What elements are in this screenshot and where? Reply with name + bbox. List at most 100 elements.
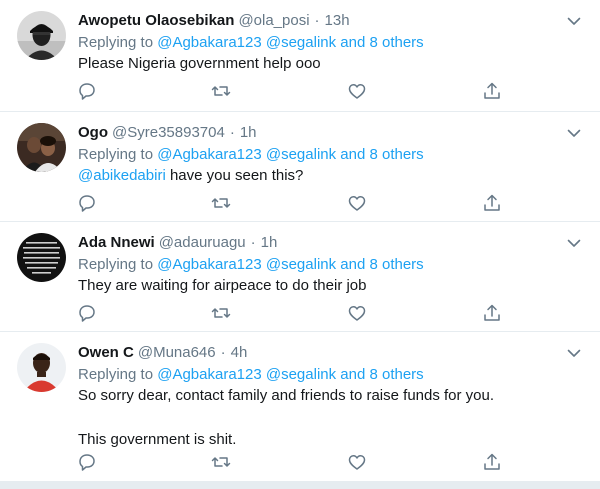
share-icon <box>484 82 500 99</box>
share-icon <box>484 304 500 321</box>
avatar-quote-image-icon <box>17 233 66 282</box>
share-icon <box>484 194 500 211</box>
share-button[interactable] <box>481 451 503 473</box>
reply-icon <box>79 305 95 322</box>
replying-prefix: Replying to <box>78 146 158 163</box>
share-icon <box>484 453 500 470</box>
tweet-header: Ogo @Syre35893704 · 1h <box>78 122 257 144</box>
chevron-down-icon <box>567 349 581 357</box>
tweet-feed: Awopetu Olaosebikan @ola_posi · 13h Replyin… <box>0 0 600 489</box>
separator-dot: · <box>220 344 226 361</box>
tweet-text: They are waiting for airpeace to do thei… <box>78 275 578 297</box>
avatar-photo-icon <box>17 11 66 60</box>
more-options-button[interactable] <box>565 124 583 142</box>
tweet-text-line: They are waiting for airpeace to do thei… <box>78 277 367 294</box>
replying-mentions[interactable]: @Agbakara123 @segalink and 8 others <box>157 256 423 273</box>
author-name[interactable]: Awopetu Olaosebikan <box>78 12 234 29</box>
reply-button[interactable] <box>76 192 98 214</box>
replying-prefix: Replying to <box>78 256 158 273</box>
body-mention[interactable]: @abikedabiri <box>78 167 166 184</box>
retweet-icon <box>211 308 231 318</box>
tweet-text: Please Nigeria government help ooo <box>78 53 578 75</box>
reply-icon <box>79 454 95 471</box>
retweet-button[interactable] <box>210 192 232 214</box>
timestamp[interactable]: 1h <box>240 124 257 141</box>
author-name[interactable]: Ogo <box>78 124 108 141</box>
like-button[interactable] <box>346 80 368 102</box>
replying-mentions[interactable]: @Agbakara123 @segalink and 8 others <box>157 34 423 51</box>
like-button[interactable] <box>346 302 368 324</box>
share-button[interactable] <box>481 302 503 324</box>
separator-dot: · <box>314 12 320 29</box>
tweet-text-line: So sorry dear, contact family and friend… <box>78 387 495 404</box>
separator-dot: · <box>250 234 256 251</box>
tweet-text: @abikedabiri have you seen this? <box>78 165 578 187</box>
chevron-down-icon <box>567 17 581 25</box>
tweet-header: Awopetu Olaosebikan @ola_posi · 13h <box>78 10 350 32</box>
reply-button[interactable] <box>76 451 98 473</box>
tweet[interactable]: Owen C @Muna646 · 4h Replying to @Agbakara1… <box>0 332 600 481</box>
more-options-button[interactable] <box>565 344 583 362</box>
more-options-button[interactable] <box>565 12 583 30</box>
author-name[interactable]: Owen C <box>78 344 134 361</box>
timestamp[interactable]: 13h <box>325 12 350 29</box>
tweet-text: So sorry dear, contact family and friend… <box>78 385 578 451</box>
replying-to: Replying to @Agbakara123 @segalink and 8… <box>78 364 424 386</box>
author-handle[interactable]: @Syre35893704 <box>112 124 225 141</box>
reply-button[interactable] <box>76 302 98 324</box>
tweet[interactable]: Awopetu Olaosebikan @ola_posi · 13h Replyin… <box>0 0 600 112</box>
replying-to: Replying to @Agbakara123 @segalink and 8… <box>78 144 424 166</box>
avatar-photo-icon <box>17 123 66 172</box>
tweet-actions <box>76 302 500 324</box>
retweet-icon <box>211 457 231 467</box>
tweet[interactable]: Ogo @Syre35893704 · 1h Replying to @Agbakar… <box>0 112 600 222</box>
feed-bottom-divider <box>0 481 600 489</box>
avatar-photo-icon <box>17 343 66 392</box>
heart-icon <box>348 306 366 321</box>
avatar[interactable] <box>17 343 66 392</box>
author-name[interactable]: Ada Nnewi <box>78 234 155 251</box>
chevron-down-icon <box>567 129 581 137</box>
tweet-header: Owen C @Muna646 · 4h <box>78 342 247 364</box>
tweet-actions <box>76 80 500 102</box>
tweet-text-line: Please Nigeria government help ooo <box>78 55 321 72</box>
body-text: have you seen this? <box>165 167 304 184</box>
heart-icon <box>348 455 366 470</box>
avatar[interactable] <box>17 233 66 282</box>
retweet-button[interactable] <box>210 451 232 473</box>
heart-icon <box>348 196 366 211</box>
tweet[interactable]: Ada Nnewi @adauruagu · 1h Replying to @Agba… <box>0 222 600 332</box>
replying-prefix: Replying to <box>78 366 158 383</box>
replying-mentions[interactable]: @Agbakara123 @segalink and 8 others <box>157 366 423 383</box>
tweet-actions <box>76 451 500 473</box>
replying-mentions[interactable]: @Agbakara123 @segalink and 8 others <box>157 146 423 163</box>
reply-icon <box>79 195 95 212</box>
reply-icon <box>79 83 95 100</box>
replying-to: Replying to @Agbakara123 @segalink and 8… <box>78 254 424 276</box>
heart-icon <box>348 84 366 99</box>
retweet-icon <box>211 198 231 208</box>
avatar[interactable] <box>17 11 66 60</box>
author-handle[interactable]: @adauruagu <box>159 234 246 251</box>
chevron-down-icon <box>567 239 581 247</box>
like-button[interactable] <box>346 192 368 214</box>
reply-button[interactable] <box>76 80 98 102</box>
tweet-actions <box>76 192 500 214</box>
author-handle[interactable]: @ola_posi <box>238 12 309 29</box>
more-options-button[interactable] <box>565 234 583 252</box>
share-button[interactable] <box>481 80 503 102</box>
author-handle[interactable]: @Muna646 <box>138 344 216 361</box>
separator-dot: · <box>229 124 235 141</box>
retweet-button[interactable] <box>210 302 232 324</box>
tweet-text-line: This government is shit. <box>78 431 237 448</box>
replying-to: Replying to @Agbakara123 @segalink and 8… <box>78 32 424 54</box>
timestamp[interactable]: 1h <box>261 234 278 251</box>
replying-prefix: Replying to <box>78 34 158 51</box>
retweet-icon <box>211 86 231 96</box>
like-button[interactable] <box>346 451 368 473</box>
retweet-button[interactable] <box>210 80 232 102</box>
share-button[interactable] <box>481 192 503 214</box>
tweet-text-line: @abikedabiri have you seen this? <box>78 165 578 187</box>
timestamp[interactable]: 4h <box>231 344 248 361</box>
avatar[interactable] <box>17 123 66 172</box>
